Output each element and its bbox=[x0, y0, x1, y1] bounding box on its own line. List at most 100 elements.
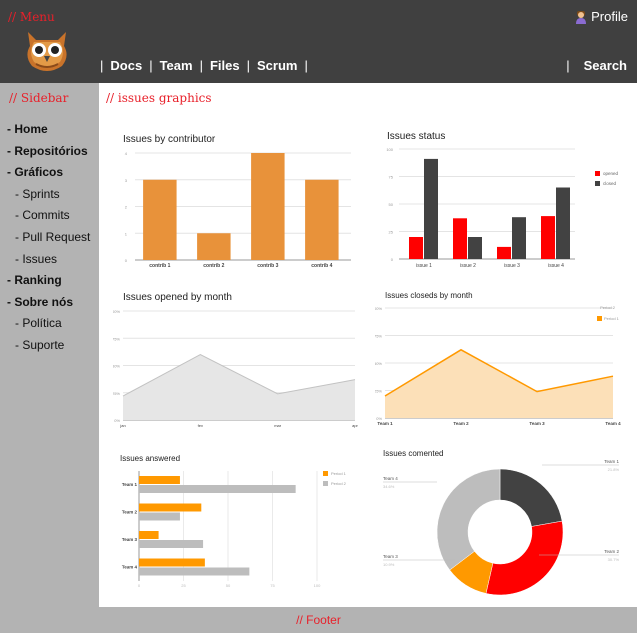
bar bbox=[139, 540, 204, 548]
sidebar-label: // Sidebar bbox=[9, 91, 69, 105]
sidebar-item-ranking[interactable]: - Ranking bbox=[7, 270, 90, 292]
y-tick-label: 50% bbox=[375, 361, 382, 366]
search-area: | Search bbox=[566, 58, 627, 73]
sidebar-item-sobre-nos[interactable]: - Sobre nós bbox=[7, 292, 90, 314]
nav-scrum[interactable]: Scrum bbox=[257, 58, 297, 73]
y-tick-label: 3 bbox=[125, 178, 128, 183]
nav-separator: | bbox=[100, 58, 104, 73]
pie-percent-label: 21.8% bbox=[608, 467, 620, 472]
bar bbox=[468, 237, 482, 259]
header-bar: // Menu Profile | Docs | Team | Files | … bbox=[0, 0, 637, 83]
y-tick-label: 50% bbox=[113, 364, 120, 369]
footer: // Footer bbox=[0, 607, 637, 633]
y-tick-label: 100% bbox=[113, 309, 120, 314]
x-tick-label: contrib 4 bbox=[311, 263, 332, 269]
pie-slice bbox=[499, 468, 563, 527]
sidebar-menu: - Home - Repositórios - Gráficos - Sprin… bbox=[7, 119, 90, 357]
y-tick-label: 2 bbox=[125, 205, 128, 210]
sidebar-item-home[interactable]: - Home bbox=[7, 119, 90, 141]
y-tick-label: 100% bbox=[375, 306, 382, 311]
nav-files[interactable]: Files bbox=[210, 58, 240, 73]
y-tick-label: 75% bbox=[375, 334, 382, 339]
bar bbox=[512, 217, 526, 259]
bar bbox=[139, 476, 180, 484]
y-tick-label: 50 bbox=[389, 202, 394, 207]
x-tick-label: Team 3 bbox=[529, 421, 545, 426]
pie-slice bbox=[485, 520, 564, 596]
bar bbox=[251, 153, 285, 260]
nav-separator: | bbox=[304, 58, 308, 73]
bar bbox=[541, 216, 555, 259]
y-tick-label: 75% bbox=[113, 336, 120, 341]
search-link[interactable]: Search bbox=[584, 58, 627, 73]
bar bbox=[139, 531, 159, 539]
x-tick-label: 100 bbox=[314, 583, 321, 588]
y-tick-label: 75 bbox=[389, 175, 394, 180]
chart-issues-comented: Team 1 21.8% Team 2 30.7% Team 3 10.9% Team 4 3… bbox=[383, 459, 620, 596]
x-tick-label: contrib 3 bbox=[257, 263, 278, 269]
legend-label: Period 2 bbox=[331, 481, 347, 486]
profile-link[interactable]: Profile bbox=[575, 9, 628, 24]
bar bbox=[139, 558, 205, 567]
bar bbox=[139, 485, 296, 493]
chart-title-closed-month: Issues closeds by month bbox=[385, 291, 473, 300]
sidebar-item-graficos[interactable]: - Gráficos bbox=[7, 162, 90, 184]
x-tick-label: 25 bbox=[181, 583, 186, 588]
bar bbox=[139, 567, 250, 576]
menu-label: // Menu bbox=[8, 10, 55, 24]
x-tick-label: issue 4 bbox=[548, 263, 564, 269]
bar bbox=[453, 218, 467, 259]
legend-swatch bbox=[323, 481, 328, 486]
area-fill bbox=[385, 349, 613, 418]
bar bbox=[497, 246, 511, 259]
y-tick-label: Team 1 bbox=[122, 482, 138, 487]
chart-title-answered: Issues answered bbox=[120, 454, 181, 463]
owl-logo[interactable] bbox=[22, 28, 72, 74]
pie-label: Team 3 bbox=[383, 554, 398, 559]
y-tick-label: 0 bbox=[391, 257, 394, 262]
sidebar-item-commits[interactable]: - Commits bbox=[7, 205, 90, 227]
y-tick-label: 25% bbox=[375, 389, 382, 394]
x-tick-label: issue 3 bbox=[504, 263, 520, 269]
chart-title-opened-month: Issues opened by month bbox=[123, 292, 232, 303]
top-nav: | Docs | Team | Files | Scrum | bbox=[93, 58, 315, 73]
y-tick-label: Team 2 bbox=[122, 510, 138, 515]
x-tick-label: Team 1 bbox=[377, 421, 393, 426]
sidebar-item-politica[interactable]: - Política bbox=[7, 313, 90, 335]
x-tick-label: contrib 1 bbox=[149, 263, 170, 269]
area-fill bbox=[123, 354, 355, 420]
legend-swatch bbox=[595, 181, 600, 186]
nav-separator: | bbox=[199, 58, 203, 73]
y-tick-label: 1 bbox=[125, 231, 128, 236]
x-tick-label: mar bbox=[274, 423, 282, 428]
x-tick-label: Team 4 bbox=[605, 421, 621, 426]
x-tick-label: 50 bbox=[226, 583, 231, 588]
sidebar-item-suporte[interactable]: - Suporte bbox=[7, 335, 90, 357]
y-tick-label: 100 bbox=[386, 147, 393, 152]
nav-docs[interactable]: Docs bbox=[110, 58, 142, 73]
chart-issues-status: 0 25 50 75 100 issue 1 issue 2 issue 3 issue 4 op… bbox=[386, 147, 618, 269]
sidebar-item-pull-request[interactable]: - Pull Request bbox=[7, 227, 90, 249]
nav-separator: | bbox=[149, 58, 153, 73]
bar bbox=[409, 237, 423, 259]
main-content: // issues graphics Issues by contributor… bbox=[99, 83, 637, 607]
legend-swatch bbox=[595, 171, 600, 176]
legend-label: Period 1 bbox=[331, 471, 347, 476]
x-tick-label: contrib 2 bbox=[203, 263, 224, 269]
legend-label: closed bbox=[603, 181, 617, 186]
y-tick-label: 25 bbox=[389, 230, 394, 235]
nav-team[interactable]: Team bbox=[160, 58, 193, 73]
main-section-label: // issues graphics bbox=[106, 91, 212, 105]
bar bbox=[197, 233, 231, 260]
bar bbox=[139, 512, 180, 521]
x-tick-label: issue 2 bbox=[460, 263, 476, 269]
sidebar-item-repositorios[interactable]: - Repositórios bbox=[7, 141, 90, 163]
sidebar-item-sprints[interactable]: - Sprints bbox=[7, 184, 90, 206]
user-icon bbox=[576, 10, 587, 24]
legend-swatch bbox=[597, 316, 602, 321]
chart-issues-answered: 0 25 50 75 100 Team 1 Team 2 Team 3 Team 4 Period… bbox=[122, 471, 347, 588]
sidebar-item-issues[interactable]: - Issues bbox=[7, 249, 90, 271]
x-tick-label: 75 bbox=[270, 583, 275, 588]
pie-percent-label: 30.7% bbox=[608, 557, 620, 562]
bar bbox=[143, 179, 177, 260]
